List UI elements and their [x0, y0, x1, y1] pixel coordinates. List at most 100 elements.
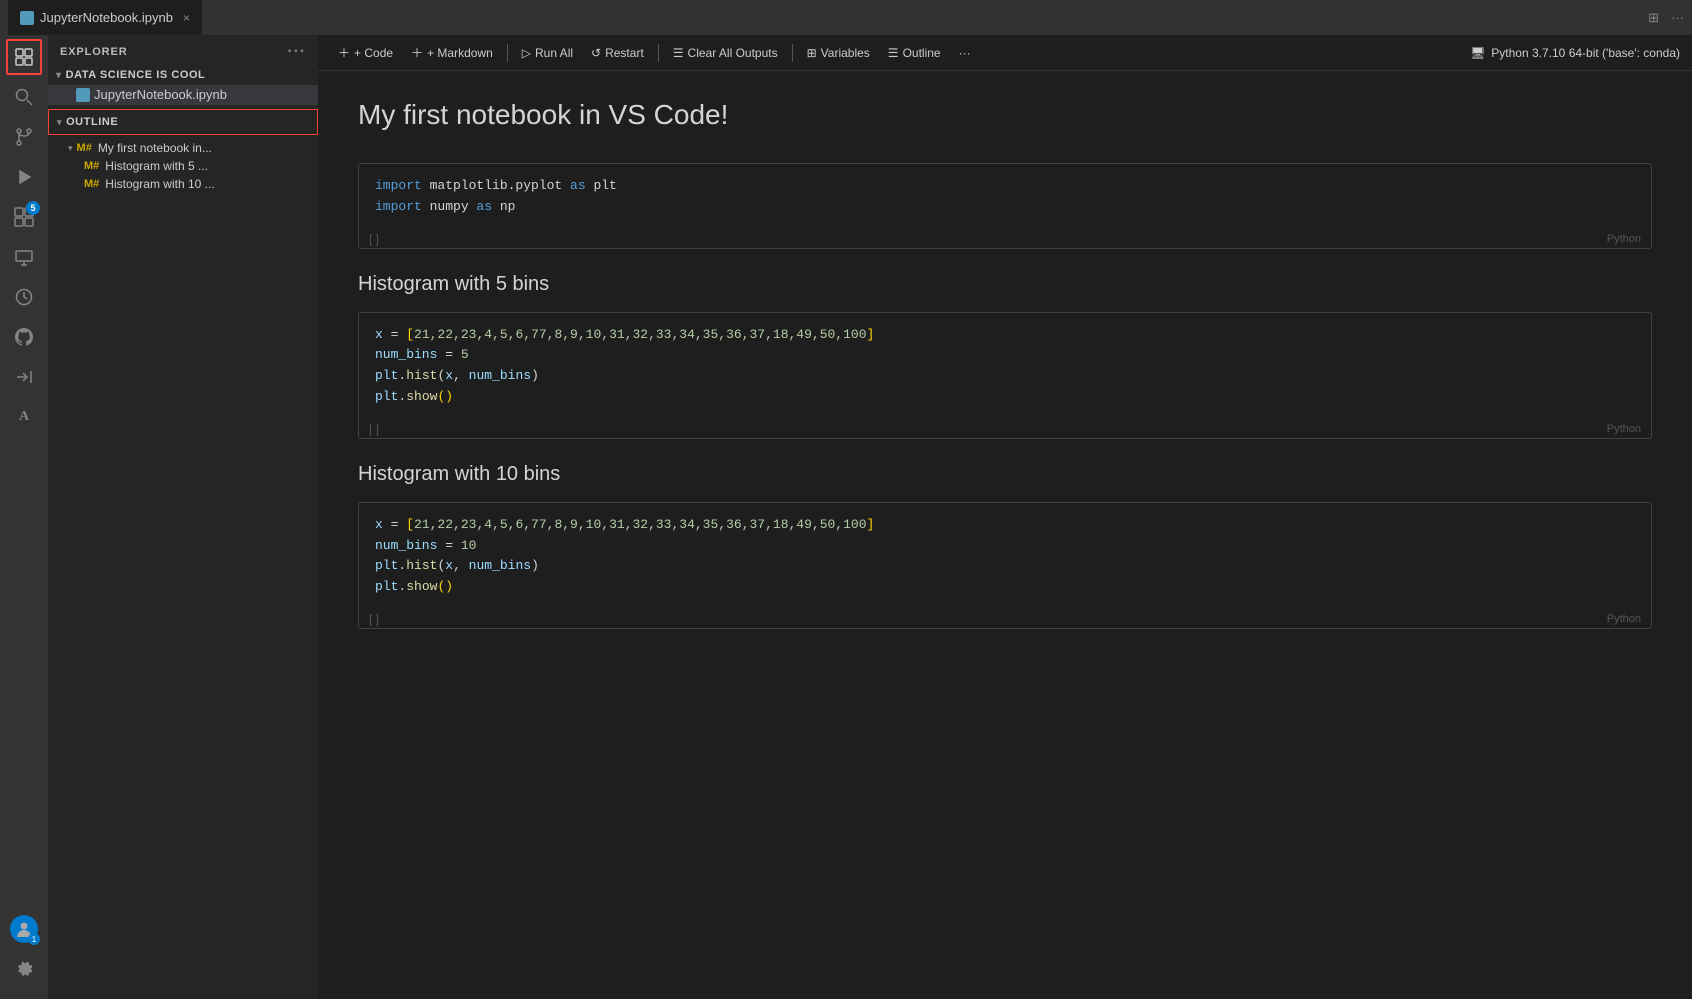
variables-button[interactable]: ⊞ Variables: [799, 43, 878, 63]
restart-label: Restart: [605, 46, 644, 60]
notebook-tab-close[interactable]: ×: [183, 11, 190, 25]
add-markdown-label: + Markdown: [427, 46, 493, 60]
run-all-label: Run All: [535, 46, 573, 60]
kernel-info[interactable]: 🖥 Python 3.7.10 64-bit ('base': conda): [1470, 46, 1680, 60]
hist5-line-4: plt.show(): [375, 387, 1635, 408]
outline-item-2-micon: M#: [84, 178, 99, 190]
add-code-button[interactable]: ＋ + Code: [330, 41, 401, 64]
account-badge: 1: [28, 933, 40, 945]
sidebar-title: EXPLORER: [60, 46, 128, 58]
hist5-line-3: plt.hist(x, num_bins): [375, 366, 1635, 387]
hist10-line-3: plt.hist(x, num_bins): [375, 556, 1635, 577]
activity-bar-bottom: 1: [6, 915, 42, 991]
cell-imports-bracket: [ ]: [369, 232, 379, 246]
activity-icon-run-debug[interactable]: [6, 159, 42, 195]
activity-icon-settings[interactable]: [6, 951, 42, 987]
outline-chevron: ▾: [57, 117, 62, 128]
variables-icon: ⊞: [807, 46, 817, 60]
title-bar-right: ⊞ ···: [1648, 10, 1684, 26]
import-line-2: import numpy as np: [375, 197, 1635, 218]
toolbar-more-button[interactable]: ···: [951, 43, 979, 63]
activity-icon-github[interactable]: [6, 319, 42, 355]
hist10-line-4: plt.show(): [375, 577, 1635, 598]
project-name: DATA SCIENCE IS COOL: [66, 69, 206, 81]
code-cell-hist5-body: x = [21,22,23,4,5,6,77,8,9,10,31,32,33,3…: [359, 313, 1651, 420]
main-area: 5 A 1 EXPLORER ···: [0, 35, 1692, 999]
outline-item-0[interactable]: ▾ M# My first notebook in...: [48, 139, 318, 157]
activity-icon-ai[interactable]: A: [6, 399, 42, 435]
cell-hist10-lang: Python: [1607, 613, 1641, 625]
code-cell-hist10-body: x = [21,22,23,4,5,6,77,8,9,10,31,32,33,3…: [359, 503, 1651, 610]
code-cell-imports[interactable]: import matplotlib.pyplot as plt import n…: [358, 163, 1652, 249]
add-markdown-button[interactable]: ＋ + Markdown: [403, 41, 501, 64]
code-cell-imports-body: import matplotlib.pyplot as plt import n…: [359, 164, 1651, 230]
cell-hist5-bracket: [ ]: [369, 422, 379, 436]
notebook-tab[interactable]: JupyterNotebook.ipynb ×: [8, 0, 202, 35]
clear-all-label: Clear All Outputs: [688, 46, 778, 60]
notebook-main-title: My first notebook in VS Code!: [358, 91, 1652, 139]
tab-bar: JupyterNotebook.ipynb ×: [8, 0, 202, 35]
add-code-label: + Code: [354, 46, 393, 60]
code-cell-imports-footer: [ ] Python: [359, 230, 1651, 248]
toolbar-sep-3: [792, 44, 793, 62]
clear-all-outputs-button[interactable]: ☰ Clear All Outputs: [665, 43, 786, 63]
restart-icon: ↺: [591, 46, 601, 60]
activity-icon-explorer[interactable]: [6, 39, 42, 75]
file-item-label: JupyterNotebook.ipynb: [94, 87, 227, 102]
activity-icon-search[interactable]: [6, 79, 42, 115]
outline-item-2-label: Histogram with 10 ...: [105, 177, 214, 191]
outline-header[interactable]: ▾ OUTLINE: [48, 109, 318, 135]
run-all-button[interactable]: ▷ Run All: [514, 43, 581, 63]
outline-item-0-label: My first notebook in...: [98, 141, 212, 155]
layout-icon[interactable]: ⊞: [1648, 10, 1659, 26]
toolbar-sep-2: [658, 44, 659, 62]
notebook-file-icon: [76, 88, 90, 102]
hist10-line-1: x = [21,22,23,4,5,6,77,8,9,10,31,32,33,3…: [375, 515, 1635, 536]
project-section[interactable]: ▾ DATA SCIENCE IS COOL: [48, 65, 318, 85]
activity-icon-extensions[interactable]: 5: [6, 199, 42, 235]
outline-item-1[interactable]: M# Histogram with 5 ...: [48, 157, 318, 175]
editor-area: ＋ + Code ＋ + Markdown ▷ Run All ↺ Restar…: [318, 35, 1692, 999]
code-cell-hist5-footer: [ ] Python: [359, 420, 1651, 438]
code-cell-hist10-footer: [ ] Python: [359, 610, 1651, 628]
explorer-section: ▾ DATA SCIENCE IS COOL JupyterNotebook.i…: [48, 65, 318, 999]
restart-button[interactable]: ↺ Restart: [583, 43, 652, 63]
outline-item-2[interactable]: M# Histogram with 10 ...: [48, 175, 318, 193]
code-cell-hist10[interactable]: x = [21,22,23,4,5,6,77,8,9,10,31,32,33,3…: [358, 502, 1652, 629]
activity-icon-source-control[interactable]: [6, 119, 42, 155]
toolbar-more-label: ···: [959, 46, 971, 60]
code-cell-hist5[interactable]: x = [21,22,23,4,5,6,77,8,9,10,31,32,33,3…: [358, 312, 1652, 439]
hist5-line-1: x = [21,22,23,4,5,6,77,8,9,10,31,32,33,3…: [375, 325, 1635, 346]
activity-bar: 5 A 1: [0, 35, 48, 999]
notebook-tab-icon: [20, 11, 34, 25]
more-icon[interactable]: ···: [1671, 10, 1684, 25]
activity-icon-timeline[interactable]: [6, 279, 42, 315]
activity-icon-remote[interactable]: [6, 239, 42, 275]
account-avatar[interactable]: 1: [10, 915, 38, 943]
notebook-toolbar: ＋ + Code ＋ + Markdown ▷ Run All ↺ Restar…: [318, 35, 1692, 71]
project-chevron: ▾: [56, 70, 62, 81]
sidebar-more-icon[interactable]: ···: [287, 43, 306, 61]
outline-icon: ☰: [888, 46, 899, 60]
kernel-label: Python 3.7.10 64-bit ('base': conda): [1491, 46, 1680, 60]
activity-icon-source-action[interactable]: [6, 359, 42, 395]
clear-all-icon: ☰: [673, 46, 684, 60]
hist5-line-2: num_bins = 5: [375, 345, 1635, 366]
cell-hist5-lang: Python: [1607, 423, 1641, 435]
run-all-icon: ▷: [522, 46, 531, 60]
cell-hist10-bracket: [ ]: [369, 612, 379, 626]
outline-item-1-micon: M#: [84, 160, 99, 172]
add-code-icon: ＋: [338, 44, 350, 61]
outline-item-0-micon: M#: [77, 142, 92, 154]
notebook-content: My first notebook in VS Code! import mat…: [318, 71, 1692, 999]
sidebar-header: EXPLORER ···: [48, 35, 318, 65]
sidebar: EXPLORER ··· ▾ DATA SCIENCE IS COOL Jupy…: [48, 35, 318, 999]
outline-button[interactable]: ☰ Outline: [880, 43, 949, 63]
import-line-1: import matplotlib.pyplot as plt: [375, 176, 1635, 197]
outline-title-label: OUTLINE: [66, 116, 118, 128]
title-bar: JupyterNotebook.ipynb × ⊞ ···: [0, 0, 1692, 35]
notebook-tab-label: JupyterNotebook.ipynb: [40, 10, 173, 25]
outline-section: ▾ OUTLINE ▾ M# My first notebook in... M…: [48, 104, 318, 193]
outline-item-0-chevron: ▾: [68, 143, 73, 154]
file-item-notebook[interactable]: JupyterNotebook.ipynb: [48, 85, 318, 104]
